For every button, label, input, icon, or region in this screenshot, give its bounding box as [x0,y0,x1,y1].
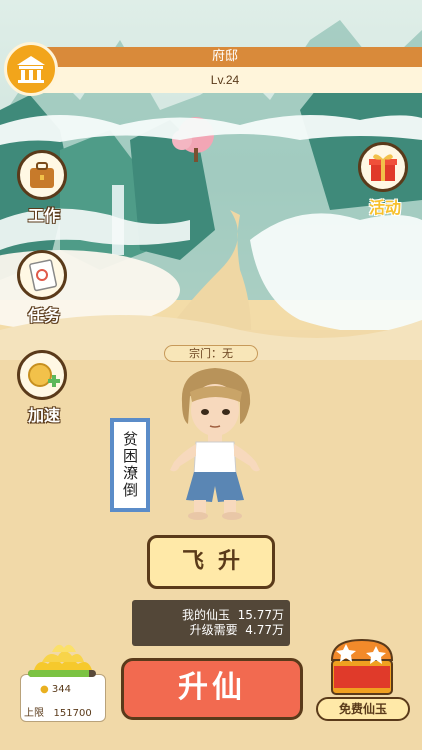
shengxian-button[interactable]: 升仙 [121,658,303,720]
work-label: 工作 [27,206,60,225]
activity-label: 活动 [368,198,401,217]
task-label: 任务 [27,306,60,325]
speed-button[interactable]: 加速 [17,350,71,426]
speed-label: 加速 [27,406,60,425]
status-label: 贫困潦倒 [110,418,150,512]
treasure-chest-icon[interactable] [326,636,398,698]
free-jade-button[interactable]: 免费仙玉 [316,697,410,721]
upgrade-need-row: 升级需要 4.77万 [132,623,284,638]
gold-count-value: 344 [51,684,72,695]
my-jade-value: 15.77万 [237,608,284,622]
upgrade-need-value: 4.77万 [245,623,284,637]
level-label: Lv.24 [210,73,240,87]
my-jade-label: 我的仙玉 [181,608,230,622]
jade-info-panel: 我的仙玉 15.77万 升级需要 4.77万 [132,600,290,646]
activity-button[interactable]: 活动 [358,142,412,218]
character-avatar[interactable] [160,362,270,524]
my-jade-row: 我的仙玉 15.77万 [132,608,284,623]
mansion-icon [17,56,45,83]
feisheng-button[interactable]: 飞升 [147,535,275,589]
sect-label: 宗门：无 [164,345,258,362]
gift-icon [358,142,408,192]
upgrade-need-label: 升级需要 [189,623,238,637]
gold-limit-label: 上限 [24,708,44,719]
gold-limit-value: 151700 [53,708,92,719]
task-button[interactable]: 任务 [17,250,71,326]
task-scroll-icon [17,250,67,300]
page-title: 府邸 [211,49,238,64]
gold-count: ● 344 [40,684,71,695]
mansion-button[interactable] [4,42,58,96]
gold-progress-fill [28,670,90,677]
ingot-icon: ● [40,684,49,695]
speed-coin-icon [17,350,67,400]
briefcase-icon [17,150,67,200]
gold-progress-bar [28,670,96,677]
gold-collect-panel[interactable]: ● 344 上限 151700 [18,634,108,722]
work-button[interactable]: 工作 [17,150,71,226]
gold-limit: 上限 151700 [24,704,92,719]
